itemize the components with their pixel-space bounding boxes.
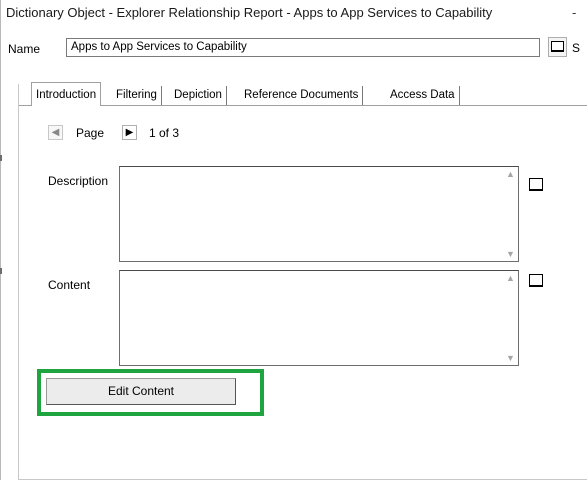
tab-depiction[interactable]: Depiction xyxy=(170,86,227,105)
previous-page-button[interactable]: ◀ xyxy=(48,125,63,140)
tab-access-data[interactable]: Access Data xyxy=(386,86,460,105)
chevron-left-icon: ◀ xyxy=(51,127,60,138)
highlight-box xyxy=(37,369,264,416)
scroll-down-arrow-icon[interactable]: ▼ xyxy=(506,353,515,363)
tab-introduction[interactable]: Introduction xyxy=(31,82,102,106)
tab-reference-documents[interactable]: Reference Documents xyxy=(240,86,364,105)
description-scrollbar[interactable]: ▲ ▼ xyxy=(501,167,518,261)
scroll-up-arrow-icon[interactable]: ▲ xyxy=(506,273,515,283)
content-textarea[interactable]: ▲ ▼ xyxy=(119,270,519,366)
name-label: Name xyxy=(8,42,41,56)
window-left-border xyxy=(0,0,1,480)
scroll-down-arrow-icon[interactable]: ▼ xyxy=(506,249,515,259)
tab-panel-border xyxy=(18,105,587,106)
description-expand-button[interactable] xyxy=(529,178,543,191)
window-title-trail: - xyxy=(572,5,577,20)
content-label: Content xyxy=(48,278,91,292)
description-label: Description xyxy=(48,174,109,188)
scroll-up-arrow-icon[interactable]: ▲ xyxy=(506,169,515,179)
content-scrollbar[interactable]: ▲ ▼ xyxy=(501,271,518,365)
window-title: Dictionary Object - Explorer Relationshi… xyxy=(6,5,493,20)
chevron-right-icon: ▶ xyxy=(125,127,134,138)
name-expand-button[interactable] xyxy=(548,37,567,57)
left-border-tick xyxy=(0,155,2,161)
page-count: 1 of 3 xyxy=(149,126,180,140)
tab-panel-left-border xyxy=(18,84,19,480)
name-input[interactable]: Apps to App Services to Capability xyxy=(66,38,540,57)
page-label: Page xyxy=(76,126,105,140)
cut-off-label: S xyxy=(572,41,581,55)
next-page-button[interactable]: ▶ xyxy=(122,125,137,140)
left-border-tick xyxy=(0,268,2,274)
content-expand-button[interactable] xyxy=(529,274,543,287)
tab-filtering[interactable]: Filtering xyxy=(112,86,162,105)
window-square-icon xyxy=(551,41,564,52)
description-textarea[interactable]: ▲ ▼ xyxy=(119,166,519,262)
